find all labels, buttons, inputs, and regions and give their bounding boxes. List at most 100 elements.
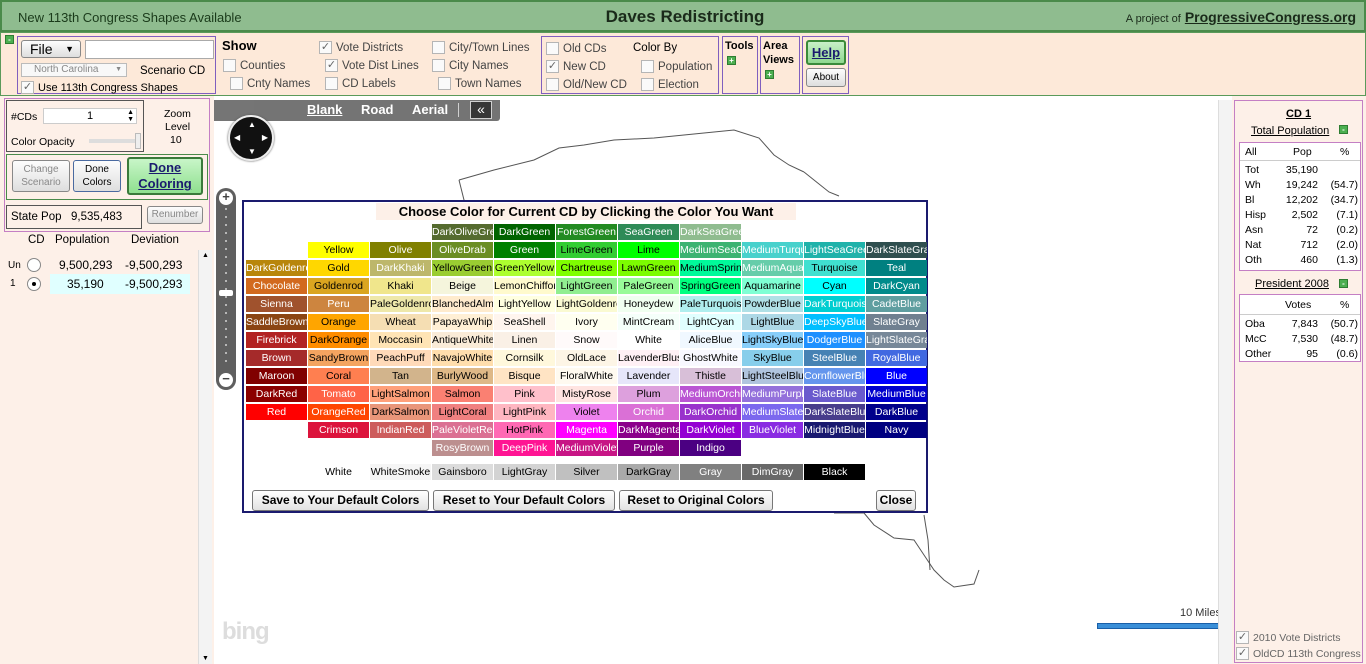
save-default-colors-button[interactable]: Save to Your Default Colors xyxy=(252,490,429,511)
vote-dist-lines-checkbox[interactable]: ✓ Vote Dist Lines xyxy=(325,59,419,72)
election-checkbox[interactable]: Election xyxy=(641,78,699,91)
color-swatch[interactable]: MediumOrchid xyxy=(680,386,741,402)
color-swatch[interactable]: Salmon xyxy=(432,386,493,402)
cnty-names-checkbox[interactable]: Cnty Names xyxy=(230,77,310,90)
color-swatch[interactable]: MediumAquamarine xyxy=(742,260,803,276)
new-shapes-notice[interactable]: New 113th Congress Shapes Available xyxy=(18,10,242,25)
color-swatch[interactable]: LavenderBlush xyxy=(618,350,679,366)
color-swatch[interactable]: SaddleBrown xyxy=(246,314,307,330)
color-swatch[interactable]: Violet xyxy=(556,404,617,420)
tab-blank[interactable]: Blank xyxy=(307,102,342,117)
color-swatch[interactable]: LightSteelBlue xyxy=(742,368,803,384)
color-swatch[interactable]: Brown xyxy=(246,350,307,366)
color-swatch[interactable]: Aquamarine xyxy=(742,278,803,294)
table-row[interactable]: Un 9,500,293 -9,500,293 xyxy=(0,256,198,274)
color-swatch[interactable]: PapayaWhip xyxy=(432,314,493,330)
city-town-lines-checkbox[interactable]: City/Town Lines xyxy=(432,41,530,54)
color-swatch[interactable]: Orchid xyxy=(618,404,679,420)
color-swatch[interactable]: BlanchedAlmond xyxy=(432,296,493,312)
color-swatch[interactable]: White xyxy=(618,332,679,348)
color-swatch[interactable]: DarkTurquoise xyxy=(804,296,865,312)
color-swatch[interactable]: LightPink xyxy=(494,404,555,420)
scroll-down-icon[interactable]: ▼ xyxy=(202,655,209,662)
color-swatch[interactable]: Chocolate xyxy=(246,278,307,294)
color-swatch[interactable]: OrangeRed xyxy=(308,404,369,420)
color-swatch[interactable]: SeaGreen xyxy=(618,224,679,240)
color-swatch[interactable]: DeepSkyBlue xyxy=(804,314,865,330)
color-swatch[interactable]: Indigo xyxy=(680,440,741,456)
color-swatch[interactable]: OliveDrab xyxy=(432,242,493,258)
color-swatch[interactable]: Teal xyxy=(866,260,927,276)
counties-checkbox[interactable]: Counties xyxy=(223,59,285,72)
president-2008-label[interactable]: President 2008 xyxy=(1255,278,1329,290)
color-swatch[interactable]: LightSlateGray xyxy=(866,332,927,348)
color-swatch[interactable]: LightYellow xyxy=(494,296,555,312)
color-swatch[interactable]: MediumSeaGreen xyxy=(680,242,741,258)
zoom-slider[interactable]: + − xyxy=(216,188,236,390)
color-swatch[interactable]: Sienna xyxy=(246,296,307,312)
color-swatch[interactable]: Gold xyxy=(308,260,369,276)
color-swatch[interactable]: YellowGreen xyxy=(432,260,493,276)
gray-swatch[interactable]: LightGray xyxy=(494,464,555,480)
tab-road[interactable]: Road xyxy=(361,102,394,117)
color-swatch[interactable]: Turquoise xyxy=(804,260,865,276)
done-coloring-button[interactable]: Done Coloring xyxy=(127,157,203,195)
change-scenario-button[interactable]: Change Scenario xyxy=(12,160,70,192)
population-checkbox[interactable]: Population xyxy=(641,60,712,73)
color-swatch[interactable]: GhostWhite xyxy=(680,350,741,366)
collapse-population-button[interactable]: - xyxy=(1339,125,1348,134)
color-swatch[interactable]: GreenYellow xyxy=(494,260,555,276)
color-swatch[interactable]: AliceBlue xyxy=(680,332,741,348)
gray-swatch[interactable]: White xyxy=(308,464,369,480)
gray-swatch[interactable]: Silver xyxy=(556,464,617,480)
gray-swatch[interactable]: Black xyxy=(804,464,865,480)
color-swatch[interactable]: DarkOrange xyxy=(308,332,369,348)
tools-expand-button[interactable]: + xyxy=(727,56,736,65)
color-swatch[interactable]: LemonChiffon xyxy=(494,278,555,294)
color-swatch[interactable]: PeachPuff xyxy=(370,350,431,366)
gray-swatch[interactable]: DarkGray xyxy=(618,464,679,480)
color-swatch[interactable]: DarkOrchid xyxy=(680,404,741,420)
color-swatch[interactable]: Cornsilk xyxy=(494,350,555,366)
color-swatch[interactable]: Green xyxy=(494,242,555,258)
color-swatch[interactable]: DarkKhaki xyxy=(370,260,431,276)
area-views-expand-button[interactable]: + xyxy=(765,70,774,79)
color-swatch[interactable]: PaleGreen xyxy=(618,278,679,294)
pan-left-icon[interactable]: ◀ xyxy=(234,133,240,142)
color-swatch[interactable]: Lavender xyxy=(618,368,679,384)
color-swatch[interactable]: Red xyxy=(246,404,307,420)
color-swatch[interactable]: DarkViolet xyxy=(680,422,741,438)
about-button[interactable]: About xyxy=(806,68,846,87)
left-scrollbar[interactable]: ▲ ▼ xyxy=(198,250,212,664)
color-swatch[interactable]: DarkSeaGreen xyxy=(680,224,741,240)
file-name-input[interactable] xyxy=(85,40,214,59)
color-swatch[interactable]: LightCyan xyxy=(680,314,741,330)
color-opacity-slider[interactable] xyxy=(89,133,141,149)
color-swatch[interactable]: Magenta xyxy=(556,422,617,438)
vote-districts-2010-checkbox[interactable]: ✓ 2010 Vote Districts xyxy=(1236,631,1341,644)
color-swatch[interactable]: Tan xyxy=(370,368,431,384)
color-swatch[interactable]: SpringGreen xyxy=(680,278,741,294)
color-swatch[interactable]: SteelBlue xyxy=(804,350,865,366)
color-swatch[interactable]: LightGreen xyxy=(556,278,617,294)
pan-up-icon[interactable]: ▲ xyxy=(248,120,256,129)
file-menu-button[interactable]: File ▼ xyxy=(21,40,81,58)
pan-control[interactable]: ▲ ▼ ◀ ▶ xyxy=(228,115,274,161)
use-113-checkbox[interactable]: ✓ Use 113th Congress Shapes xyxy=(21,81,178,94)
color-swatch[interactable]: SlateGray xyxy=(866,314,927,330)
color-swatch[interactable]: Linen xyxy=(494,332,555,348)
color-swatch[interactable]: Moccasin xyxy=(370,332,431,348)
state-select[interactable]: North Carolina ▼ xyxy=(21,63,127,77)
color-swatch[interactable]: LightSkyBlue xyxy=(742,332,803,348)
color-swatch[interactable]: AntiqueWhite xyxy=(432,332,493,348)
color-swatch[interactable]: MintCream xyxy=(618,314,679,330)
radio-icon[interactable] xyxy=(27,258,41,272)
color-swatch[interactable]: Plum xyxy=(618,386,679,402)
color-swatch[interactable]: DeepPink xyxy=(494,440,555,456)
color-swatch[interactable]: CadetBlue xyxy=(866,296,927,312)
color-swatch[interactable]: Blue xyxy=(866,368,927,384)
color-swatch[interactable]: MistyRose xyxy=(556,386,617,402)
color-swatch[interactable]: LightSeaGreen xyxy=(804,242,865,258)
color-swatch[interactable]: CornflowerBlue xyxy=(804,368,865,384)
color-swatch[interactable]: DarkRed xyxy=(246,386,307,402)
